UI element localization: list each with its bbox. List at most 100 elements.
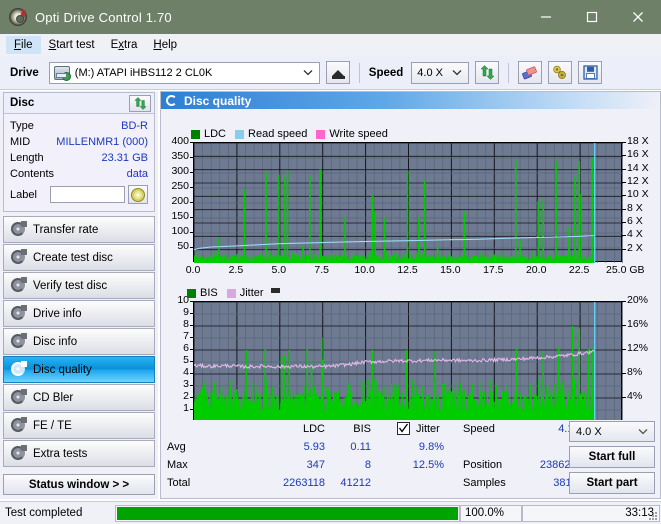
y-axis-tick: 350 [171, 150, 189, 162]
y-axis-tickmark [190, 217, 193, 218]
sidebar-item-drive-info[interactable]: Drive info [3, 300, 155, 327]
y-axis-right-tickmark [622, 301, 626, 302]
save-icon [583, 65, 598, 80]
eject-icon [331, 69, 344, 76]
y-axis-tick: 7 [183, 330, 189, 342]
sidebar-item-label: Verify test disc [33, 279, 108, 292]
sidebar-item-label: Disc info [33, 335, 78, 348]
sidebar-item-fe-te[interactable]: FE / TE [3, 412, 155, 439]
ldc-plot-area [193, 142, 623, 263]
speed-select[interactable]: 4.0 X [411, 61, 470, 84]
refresh-icon [133, 97, 147, 110]
drive-toolbar: Drive (M:) ATAPI iHBS112 2 CL0K Speed 4.… [0, 56, 661, 90]
refresh-button[interactable] [475, 61, 500, 84]
y-axis-right-tickmark [622, 349, 626, 350]
jitter-max-value: 12.5% [412, 459, 444, 471]
y-axis-right-tick: 4 X [627, 228, 643, 241]
eject-button[interactable] [325, 61, 350, 84]
sidebar-item-disc-quality[interactable]: Disc quality [3, 356, 155, 383]
y-axis-right-tickmark [622, 208, 626, 210]
legend-label-bis: BIS [200, 287, 218, 299]
y-axis-tick: 6 [183, 342, 189, 354]
start-full-label: Start full [588, 451, 636, 463]
y-axis-right-tick: 8 X [627, 201, 643, 214]
y-axis-tickmark [190, 397, 193, 398]
y-axis-right-tickmark [622, 155, 626, 157]
bis-max-value: 8 [364, 459, 371, 471]
bis-total-value: 41212 [340, 477, 371, 489]
window-controls [523, 0, 661, 34]
left-panel: Disc Type BD-R MID MILLENMR1 (000) Lengt… [0, 91, 158, 499]
legend-swatch-jitter [226, 288, 236, 298]
y-axis-right-tick: 6 X [627, 215, 643, 227]
menu-item-file[interactable]: File [6, 36, 41, 54]
toolbar-separator [358, 62, 360, 83]
y-axis-right-tick: 10 X [627, 188, 649, 201]
minimize-icon[interactable] [523, 0, 569, 34]
resize-grip-icon[interactable] [648, 511, 658, 521]
y-axis-right-tick: 20% [627, 294, 649, 306]
menu-item-help[interactable]: Help [145, 36, 185, 54]
sidebar-item-cd-bler[interactable]: CD Bler [3, 384, 155, 411]
sidebar-item-label: Create test disc [33, 251, 113, 264]
disc-label-input[interactable] [49, 186, 125, 203]
jitter-label: Jitter [416, 423, 440, 435]
menu-item-start-test[interactable]: Start test [41, 36, 103, 54]
disc-icon [11, 221, 27, 237]
sidebar-item-extra-tests[interactable]: Extra tests [3, 440, 155, 467]
sidebar-item-label: CD Bler [33, 391, 74, 404]
refresh-icon [480, 65, 495, 80]
chevron-down-icon [448, 63, 466, 83]
y-axis-tick: 5 [183, 354, 189, 366]
y-axis-right-tick: 8% [627, 366, 643, 378]
maximize-icon[interactable] [569, 0, 615, 34]
sidebar-item-verify-test-disc[interactable]: Verify test disc [3, 272, 155, 299]
menu-item-extra[interactable]: Extra [103, 36, 146, 54]
disc-icon [11, 389, 27, 405]
y-axis-tickmark [190, 385, 193, 386]
y-axis-right-tickmark [622, 182, 626, 183]
status-window-button[interactable]: Status window > > [3, 474, 155, 495]
sidebar-item-transfer-rate[interactable]: Transfer rate [3, 216, 155, 243]
sidebar-item-disc-info[interactable]: Disc info [3, 328, 155, 355]
app-disc-icon [9, 8, 27, 26]
settings-button[interactable] [548, 61, 573, 84]
legend-swatch-ldc [191, 129, 200, 139]
speed-label: Speed [368, 66, 404, 79]
y-axis-right-tickmark [622, 168, 626, 170]
y-axis-right-tick: 16% [627, 318, 649, 330]
y-axis-right-tickmark [622, 195, 626, 197]
jitter-avg-value: 9.8% [418, 441, 444, 453]
start-part-button[interactable]: Start part [569, 472, 655, 494]
status-bar: Test completed 100.0% 33:13 [0, 501, 661, 524]
close-icon[interactable] [615, 0, 661, 34]
y-axis-tickmark [190, 313, 193, 314]
save-button[interactable] [578, 61, 603, 84]
bis-avg-value: 0.11 [350, 441, 371, 453]
x-axis-tick: 7.5 [314, 264, 329, 276]
x-axis-tick: 22.5 [568, 264, 590, 276]
legend-swatch-marker [270, 287, 280, 293]
y-axis-tickmark [190, 301, 193, 302]
disc-row-type: Type BD-R [10, 118, 148, 134]
start-full-button[interactable]: Start full [569, 446, 655, 468]
legend-label-write-speed: Write speed [329, 128, 388, 140]
y-axis-tick: 300 [171, 165, 189, 177]
sidebar-item-create-test-disc[interactable]: Create test disc [3, 244, 155, 271]
y-axis-tickmark [190, 325, 193, 326]
disc-info-rows: Type BD-R MID MILLENMR1 (000) Length 23.… [4, 114, 154, 204]
disc-icon [11, 305, 27, 321]
erase-button[interactable] [518, 61, 543, 84]
jitter-checkbox[interactable] [397, 422, 410, 435]
x-axis-tick: 12.5 [397, 264, 418, 276]
x-axis-tick: 2.5 [228, 264, 244, 276]
window-title: Opti Drive Control 1.70 [35, 9, 172, 25]
y-axis-tick: 1 [183, 402, 189, 414]
test-speed-select[interactable]: 4.0 X [569, 421, 655, 442]
y-axis-right-tick: 12 X [627, 175, 649, 187]
disc-key-type: Type [10, 120, 34, 132]
drive-select[interactable]: (M:) ATAPI iHBS112 2 CL0K [48, 61, 320, 84]
disc-label-button[interactable] [127, 185, 148, 204]
y-axis-right-tick: 18 X [627, 135, 649, 147]
disc-refresh-button[interactable] [129, 95, 151, 112]
